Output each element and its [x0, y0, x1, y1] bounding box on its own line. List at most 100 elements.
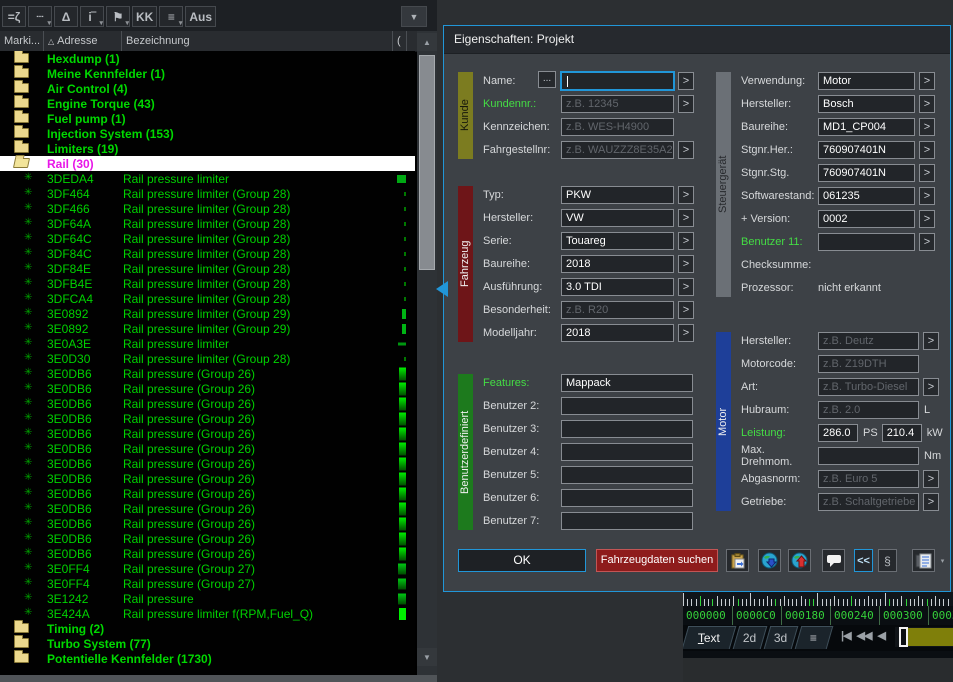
tree-folder-row[interactable]: Air Control (4)	[0, 81, 415, 96]
typ-more-button[interactable]: >	[678, 186, 694, 204]
kk-button[interactable]: KK	[132, 6, 157, 27]
softwarestand-field[interactable]: 061235	[818, 187, 915, 205]
max-drehmom-field[interactable]	[818, 447, 919, 465]
column-header-markierung[interactable]: Marki...	[0, 31, 44, 51]
hex-hscrollbar-thumb[interactable]	[899, 627, 908, 647]
tree-item-row[interactable]: ✳3E0A3ERail pressure limiter	[0, 336, 415, 351]
fz-baureihe-field[interactable]: 2018	[561, 255, 674, 273]
list-lines-button[interactable]: ≡▾	[159, 6, 183, 27]
toolbar-dropdown-button[interactable]: ▼	[401, 6, 427, 27]
fahrzeugdaten-suchen-button[interactable]: Fahrzeugdaten suchen	[596, 549, 718, 572]
version-more-button[interactable]: >	[919, 210, 935, 228]
fz-hersteller-more-button[interactable]: >	[678, 209, 694, 227]
tree-item-row[interactable]: ✳3E0DB6Rail pressure (Group 26)	[0, 531, 415, 546]
notes-dropdown-button[interactable]: ▾	[937, 551, 948, 570]
go-back-button[interactable]: ◀	[877, 629, 884, 642]
tree-folder-row[interactable]: Turbo System (77)	[0, 636, 415, 651]
tree-item-row[interactable]: ✳3E0FF4Rail pressure (Group 27)	[0, 576, 415, 591]
tree-folder-row[interactable]: Limiters (19)	[0, 141, 415, 156]
stgnr-her-field[interactable]: 760907401N	[818, 141, 915, 159]
tree-item-row[interactable]: ✳3DF464Rail pressure limiter (Group 28)	[0, 186, 415, 201]
go-fast-back-button[interactable]: ◀◀	[857, 629, 872, 642]
scroll-up-arrow[interactable]: ▲	[417, 33, 437, 51]
tree-item-row[interactable]: ✳3E0DB6Rail pressure (Group 26)	[0, 411, 415, 426]
tree-item-row[interactable]: ✳3E0DB6Rail pressure (Group 26)	[0, 456, 415, 471]
tree-vscrollbar-thumb[interactable]	[419, 55, 435, 270]
modelljahr-field[interactable]: 2018	[561, 324, 674, 342]
ok-button[interactable]: OK	[458, 549, 586, 572]
axis-info-button[interactable]: i‾▾	[80, 6, 104, 27]
tree-item-row[interactable]: ✳3DF64CRail pressure limiter (Group 28)	[0, 231, 415, 246]
tree-item-row[interactable]: ✳3DF64ARail pressure limiter (Group 28)	[0, 216, 415, 231]
hubraum-field[interactable]: z.B. 2.0	[818, 401, 919, 419]
verwendung-more-button[interactable]: >	[919, 72, 935, 90]
splitter-arrow-icon[interactable]	[436, 281, 448, 297]
tree-item-row[interactable]: ✳3E0DB6Rail pressure (Group 26)	[0, 486, 415, 501]
paragraph-button[interactable]: §	[878, 549, 897, 572]
tree-item-row[interactable]: ✳3DEDA4Rail pressure limiter	[0, 171, 415, 186]
sg-hersteller-more-button[interactable]: >	[919, 95, 935, 113]
benutzer3-field[interactable]	[561, 420, 693, 438]
leistung-field-2[interactable]: 210.4	[882, 424, 922, 442]
tree-item-row[interactable]: ✳3E1242Rail pressure	[0, 591, 415, 606]
fz-hersteller-field[interactable]: VW	[561, 209, 674, 227]
sg-baureihe-field[interactable]: MD1_CP004	[818, 118, 915, 136]
hex-tab-2d[interactable]: 2d	[733, 626, 768, 649]
kundennr-more-button[interactable]: >	[678, 95, 694, 113]
tree-item-row[interactable]: ✳3E0DB6Rail pressure (Group 26)	[0, 546, 415, 561]
tree-item-row[interactable]: ✳3E0DB6Rail pressure (Group 26)	[0, 501, 415, 516]
column-header-bezeichnung[interactable]: Bezeichnung	[122, 31, 393, 51]
comb-button[interactable]: ▪▪▪▪▾	[28, 6, 52, 27]
art-field[interactable]: z.B. Turbo-Diesel	[818, 378, 919, 396]
upload-online-data-button[interactable]	[788, 549, 811, 572]
stgnr-her-more-button[interactable]: >	[919, 141, 935, 159]
column-header-adresse[interactable]: △ Adresse	[44, 31, 122, 51]
abgasnorm-more-button[interactable]: >	[923, 470, 939, 488]
tree-folder-row[interactable]: Rail (30)	[0, 156, 415, 171]
benutzer11-field[interactable]	[818, 233, 915, 251]
tree-folder-row[interactable]: Injection System (153)	[0, 126, 415, 141]
hex-hscrollbar[interactable]	[895, 627, 953, 647]
softwarestand-more-button[interactable]: >	[919, 187, 935, 205]
tree-item-row[interactable]: ✳3DFCA4Rail pressure limiter (Group 28)	[0, 291, 415, 306]
getriebe-field[interactable]: z.B. Schaltgetriebe	[818, 493, 919, 511]
tree-item-row[interactable]: ✳3E0DB6Rail pressure (Group 26)	[0, 441, 415, 456]
hex-tab-3d[interactable]: 3d	[764, 626, 799, 649]
serie-field[interactable]: Touareg	[561, 232, 674, 250]
abgasnorm-field[interactable]: z.B. Euro 5	[818, 470, 919, 488]
leistung-field-1[interactable]: 286.0	[818, 424, 858, 442]
tree-vscrollbar[interactable]: ▲ ▼	[417, 31, 437, 675]
name-field[interactable]	[561, 72, 674, 90]
kundennr-field[interactable]: z.B. 12345	[561, 95, 674, 113]
tree-item-row[interactable]: ✳3E0DB6Rail pressure (Group 26)	[0, 381, 415, 396]
fz-baureihe-more-button[interactable]: >	[678, 255, 694, 273]
tree-item-row[interactable]: ✳3DF84ERail pressure limiter (Group 28)	[0, 261, 415, 276]
column-header-extra[interactable]: (	[393, 31, 407, 51]
scroll-down-arrow[interactable]: ▼	[417, 648, 437, 666]
tree-folder-row[interactable]: Meine Kennfelder (1)	[0, 66, 415, 81]
benutzer11-more-button[interactable]: >	[919, 233, 935, 251]
collapse-dialog-button[interactable]: <<	[854, 549, 873, 572]
besonderheit-more-button[interactable]: >	[678, 301, 694, 319]
tree-folder-row[interactable]: Timing (2)	[0, 621, 415, 636]
version-field[interactable]: 0002	[818, 210, 915, 228]
name-browse-button[interactable]: ...	[538, 71, 556, 88]
delta-button[interactable]: Δ	[54, 6, 78, 27]
notes-button[interactable]	[912, 549, 935, 572]
name-more-button[interactable]: >	[678, 72, 694, 90]
go-first-button[interactable]: |◀	[841, 629, 851, 642]
typ-field[interactable]: PKW	[561, 186, 674, 204]
sg-baureihe-more-button[interactable]: >	[919, 118, 935, 136]
getriebe-more-button[interactable]: >	[923, 493, 939, 511]
features-field[interactable]: Mappack	[561, 374, 693, 392]
fahrgestellnr-field[interactable]: z.B. WAUZZZ8E35A235	[561, 141, 674, 159]
benutzer2-field[interactable]	[561, 397, 693, 415]
mo-hersteller-field[interactable]: z.B. Deutz	[818, 332, 919, 350]
tree-item-row[interactable]: ✳3DF84CRail pressure limiter (Group 28)	[0, 246, 415, 261]
tree-folder-row[interactable]: Fuel pump (1)	[0, 111, 415, 126]
dialog-titlebar[interactable]: Eigenschaften: Projekt	[444, 26, 950, 54]
tree-item-row[interactable]: ✳3DFB4ERail pressure limiter (Group 28)	[0, 276, 415, 291]
mo-hersteller-more-button[interactable]: >	[923, 332, 939, 350]
modelljahr-more-button[interactable]: >	[678, 324, 694, 342]
serie-more-button[interactable]: >	[678, 232, 694, 250]
